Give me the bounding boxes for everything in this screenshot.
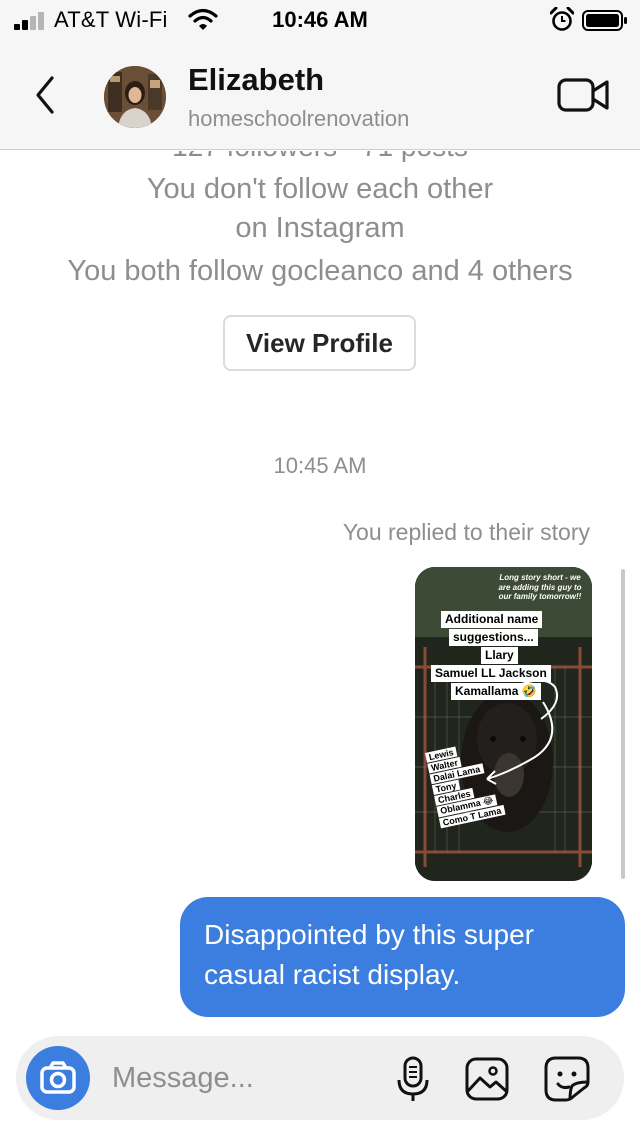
story-label-line: Additional name xyxy=(441,611,543,629)
story-reply-thumbnail[interactable]: Long story short - we are adding this gu… xyxy=(415,567,592,881)
message-thread[interactable]: 127 followers · 71 posts You don't follo… xyxy=(0,151,640,1036)
battery-icon xyxy=(582,10,627,31)
status-time: 10:46 AM xyxy=(272,7,368,32)
contact-name[interactable]: Elizabeth xyxy=(188,62,324,98)
status-bar: AT&T Wi-Fi 10:46 AM xyxy=(0,0,640,40)
mutual-followers: You both follow gocleanco and 4 others xyxy=(67,255,573,287)
camera-button[interactable] xyxy=(26,1046,90,1110)
view-profile-button[interactable]: View Profile xyxy=(223,315,416,371)
microphone-icon[interactable] xyxy=(388,1054,438,1104)
scrollbar[interactable] xyxy=(621,569,625,879)
camera-icon xyxy=(40,1061,76,1094)
chevron-left-icon[interactable] xyxy=(30,72,60,118)
contact-username[interactable]: homeschoolrenovation xyxy=(188,106,409,132)
story-label-line: suggestions... xyxy=(449,629,538,647)
story-caption: Long story short - we are adding this gu… xyxy=(498,573,582,602)
profile-stats: 127 followers · 71 posts xyxy=(0,151,640,163)
avatar-photo xyxy=(104,66,166,128)
message-input[interactable] xyxy=(112,1054,362,1102)
avatar[interactable] xyxy=(104,66,166,128)
story-label-line: Samuel LL Jackson xyxy=(431,665,551,683)
sticker-icon[interactable] xyxy=(542,1054,592,1104)
story-label-line: Kamallama 🤣 xyxy=(451,683,541,701)
video-camera-icon[interactable] xyxy=(556,74,610,116)
alarm-icon xyxy=(550,7,574,31)
message-timestamp: 10:45 AM xyxy=(273,453,367,478)
follow-status-line-2: on Instagram xyxy=(235,212,405,244)
message-composer xyxy=(16,1036,624,1120)
follow-status-line-1: You don't follow each other xyxy=(146,173,494,205)
gallery-icon[interactable] xyxy=(462,1054,512,1104)
story-reply-note: You replied to their story xyxy=(342,519,590,545)
sent-message-bubble[interactable]: Disappointed by this super casual racist… xyxy=(180,897,625,1017)
chat-header: Elizabeth homeschoolrenovation xyxy=(0,40,640,150)
story-label-line: Llary xyxy=(481,647,518,665)
